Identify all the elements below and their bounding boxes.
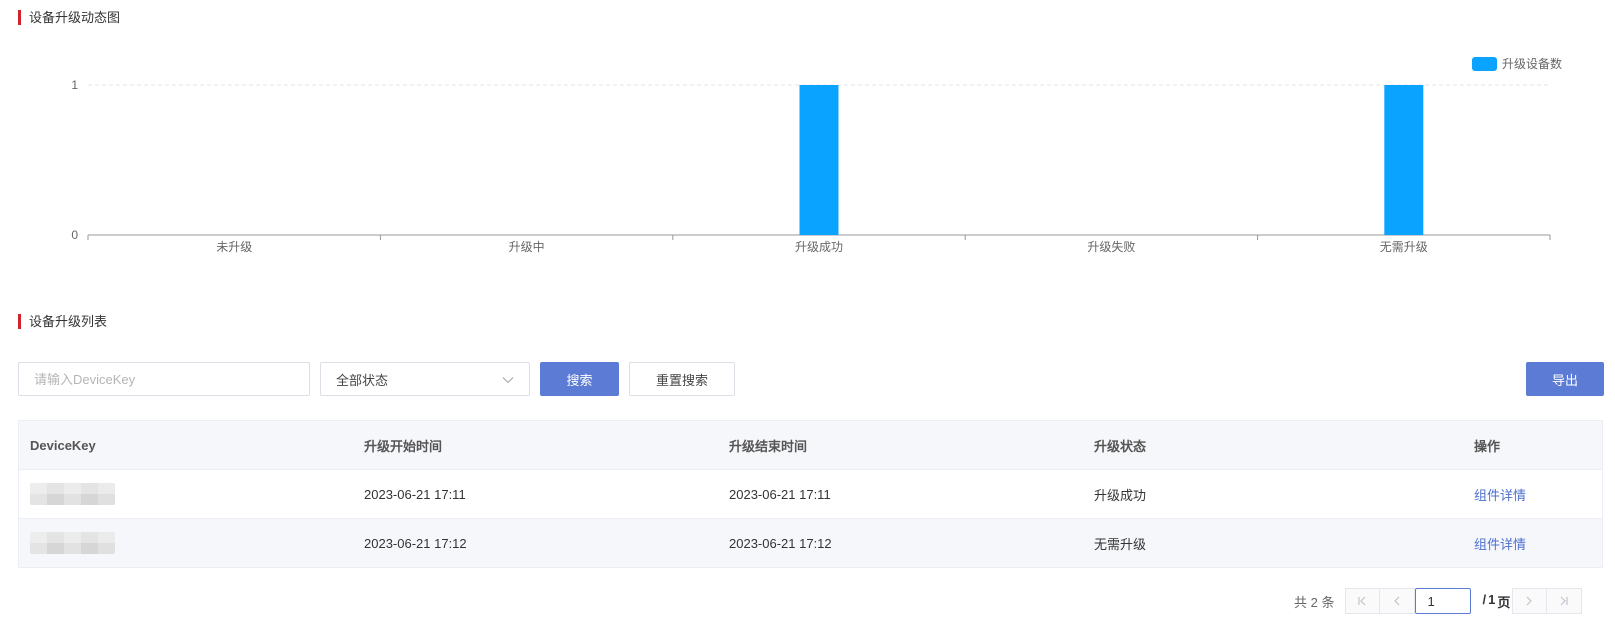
- total-count: 2: [1310, 594, 1318, 610]
- status-select[interactable]: 全部状态: [320, 362, 530, 396]
- pagination: 共 2 条 / 1 页: [1294, 588, 1582, 614]
- chart-section-title: 设备升级动态图: [18, 10, 120, 25]
- status-select-value: 全部状态: [336, 372, 389, 388]
- action-cell: 组件详情: [1463, 485, 1602, 504]
- first-page-icon[interactable]: [1344, 588, 1380, 614]
- end-time-cell: 2023-06-21 17:12: [729, 535, 832, 551]
- of-prefix: /: [1482, 591, 1487, 607]
- bar-2: [799, 85, 839, 235]
- devicekey-cell: [19, 532, 353, 554]
- status-cell: 升级成功: [1094, 487, 1147, 503]
- header-action: 操作: [1474, 438, 1501, 454]
- bar-4: [1384, 85, 1424, 235]
- table-header-row: DeviceKey 升级开始时间 升级结束时间 升级状态 操作: [19, 421, 1602, 470]
- last-page-icon[interactable]: [1546, 588, 1582, 614]
- table-row: 2023-06-21 17:11 2023-06-21 17:11 升级成功 组…: [19, 470, 1602, 519]
- reset-search-button[interactable]: 重置搜索: [629, 362, 735, 396]
- table-row: 2023-06-21 17:12 2023-06-21 17:12 无需升级 组…: [19, 519, 1602, 567]
- start-time-cell: 2023-06-21 17:12: [364, 535, 467, 551]
- component-details-link[interactable]: 组件详情: [1474, 488, 1526, 503]
- redacted-devicekey: [30, 483, 115, 505]
- x-tick-label: 升级成功: [795, 240, 843, 254]
- status-cell: 无需升级: [1094, 536, 1147, 552]
- bar-chart: 0 1 未升级 升级中 升级成功 升级失败 无需升级: [71, 78, 1551, 254]
- x-tick-label: 未升级: [216, 240, 252, 254]
- search-button[interactable]: 搜索: [540, 362, 619, 396]
- page-suffix: 页: [1497, 594, 1511, 610]
- upgrade-table: DeviceKey 升级开始时间 升级结束时间 升级状态 操作 2023-06-…: [18, 420, 1603, 568]
- end-time-cell: 2023-06-21 17:11: [729, 486, 831, 502]
- y-tick-label: 0: [71, 228, 78, 242]
- total-pages-label: / 1 页: [1471, 592, 1512, 611]
- list-section-title: 设备升级列表: [18, 314, 107, 329]
- header-status: 升级状态: [1094, 438, 1147, 454]
- pagination-total: 共 2 条: [1294, 592, 1335, 611]
- current-page-input[interactable]: [1414, 588, 1471, 614]
- header-end-time: 升级结束时间: [729, 438, 808, 454]
- y-tick-label: 1: [71, 78, 78, 92]
- total-pages: 1: [1488, 591, 1496, 607]
- header-start-time: 升级开始时间: [364, 438, 443, 454]
- x-tick-label: 升级失败: [1087, 239, 1135, 254]
- x-tick-label: 无需升级: [1380, 240, 1428, 254]
- prev-page-icon[interactable]: [1379, 588, 1415, 614]
- redacted-devicekey: [30, 532, 115, 554]
- header-devicekey: DeviceKey: [30, 437, 96, 453]
- next-page-icon[interactable]: [1511, 588, 1547, 614]
- component-details-link[interactable]: 组件详情: [1474, 537, 1526, 552]
- devicekey-cell: [19, 483, 353, 505]
- total-suffix: 条: [1321, 594, 1335, 610]
- export-button[interactable]: 导出: [1526, 362, 1604, 396]
- action-cell: 组件详情: [1463, 534, 1602, 553]
- start-time-cell: 2023-06-21 17:11: [364, 486, 466, 502]
- total-prefix: 共: [1294, 594, 1308, 610]
- chevron-down-icon: [502, 372, 514, 387]
- devicekey-search-input[interactable]: [18, 362, 310, 396]
- x-tick-label: 升级中: [509, 239, 545, 254]
